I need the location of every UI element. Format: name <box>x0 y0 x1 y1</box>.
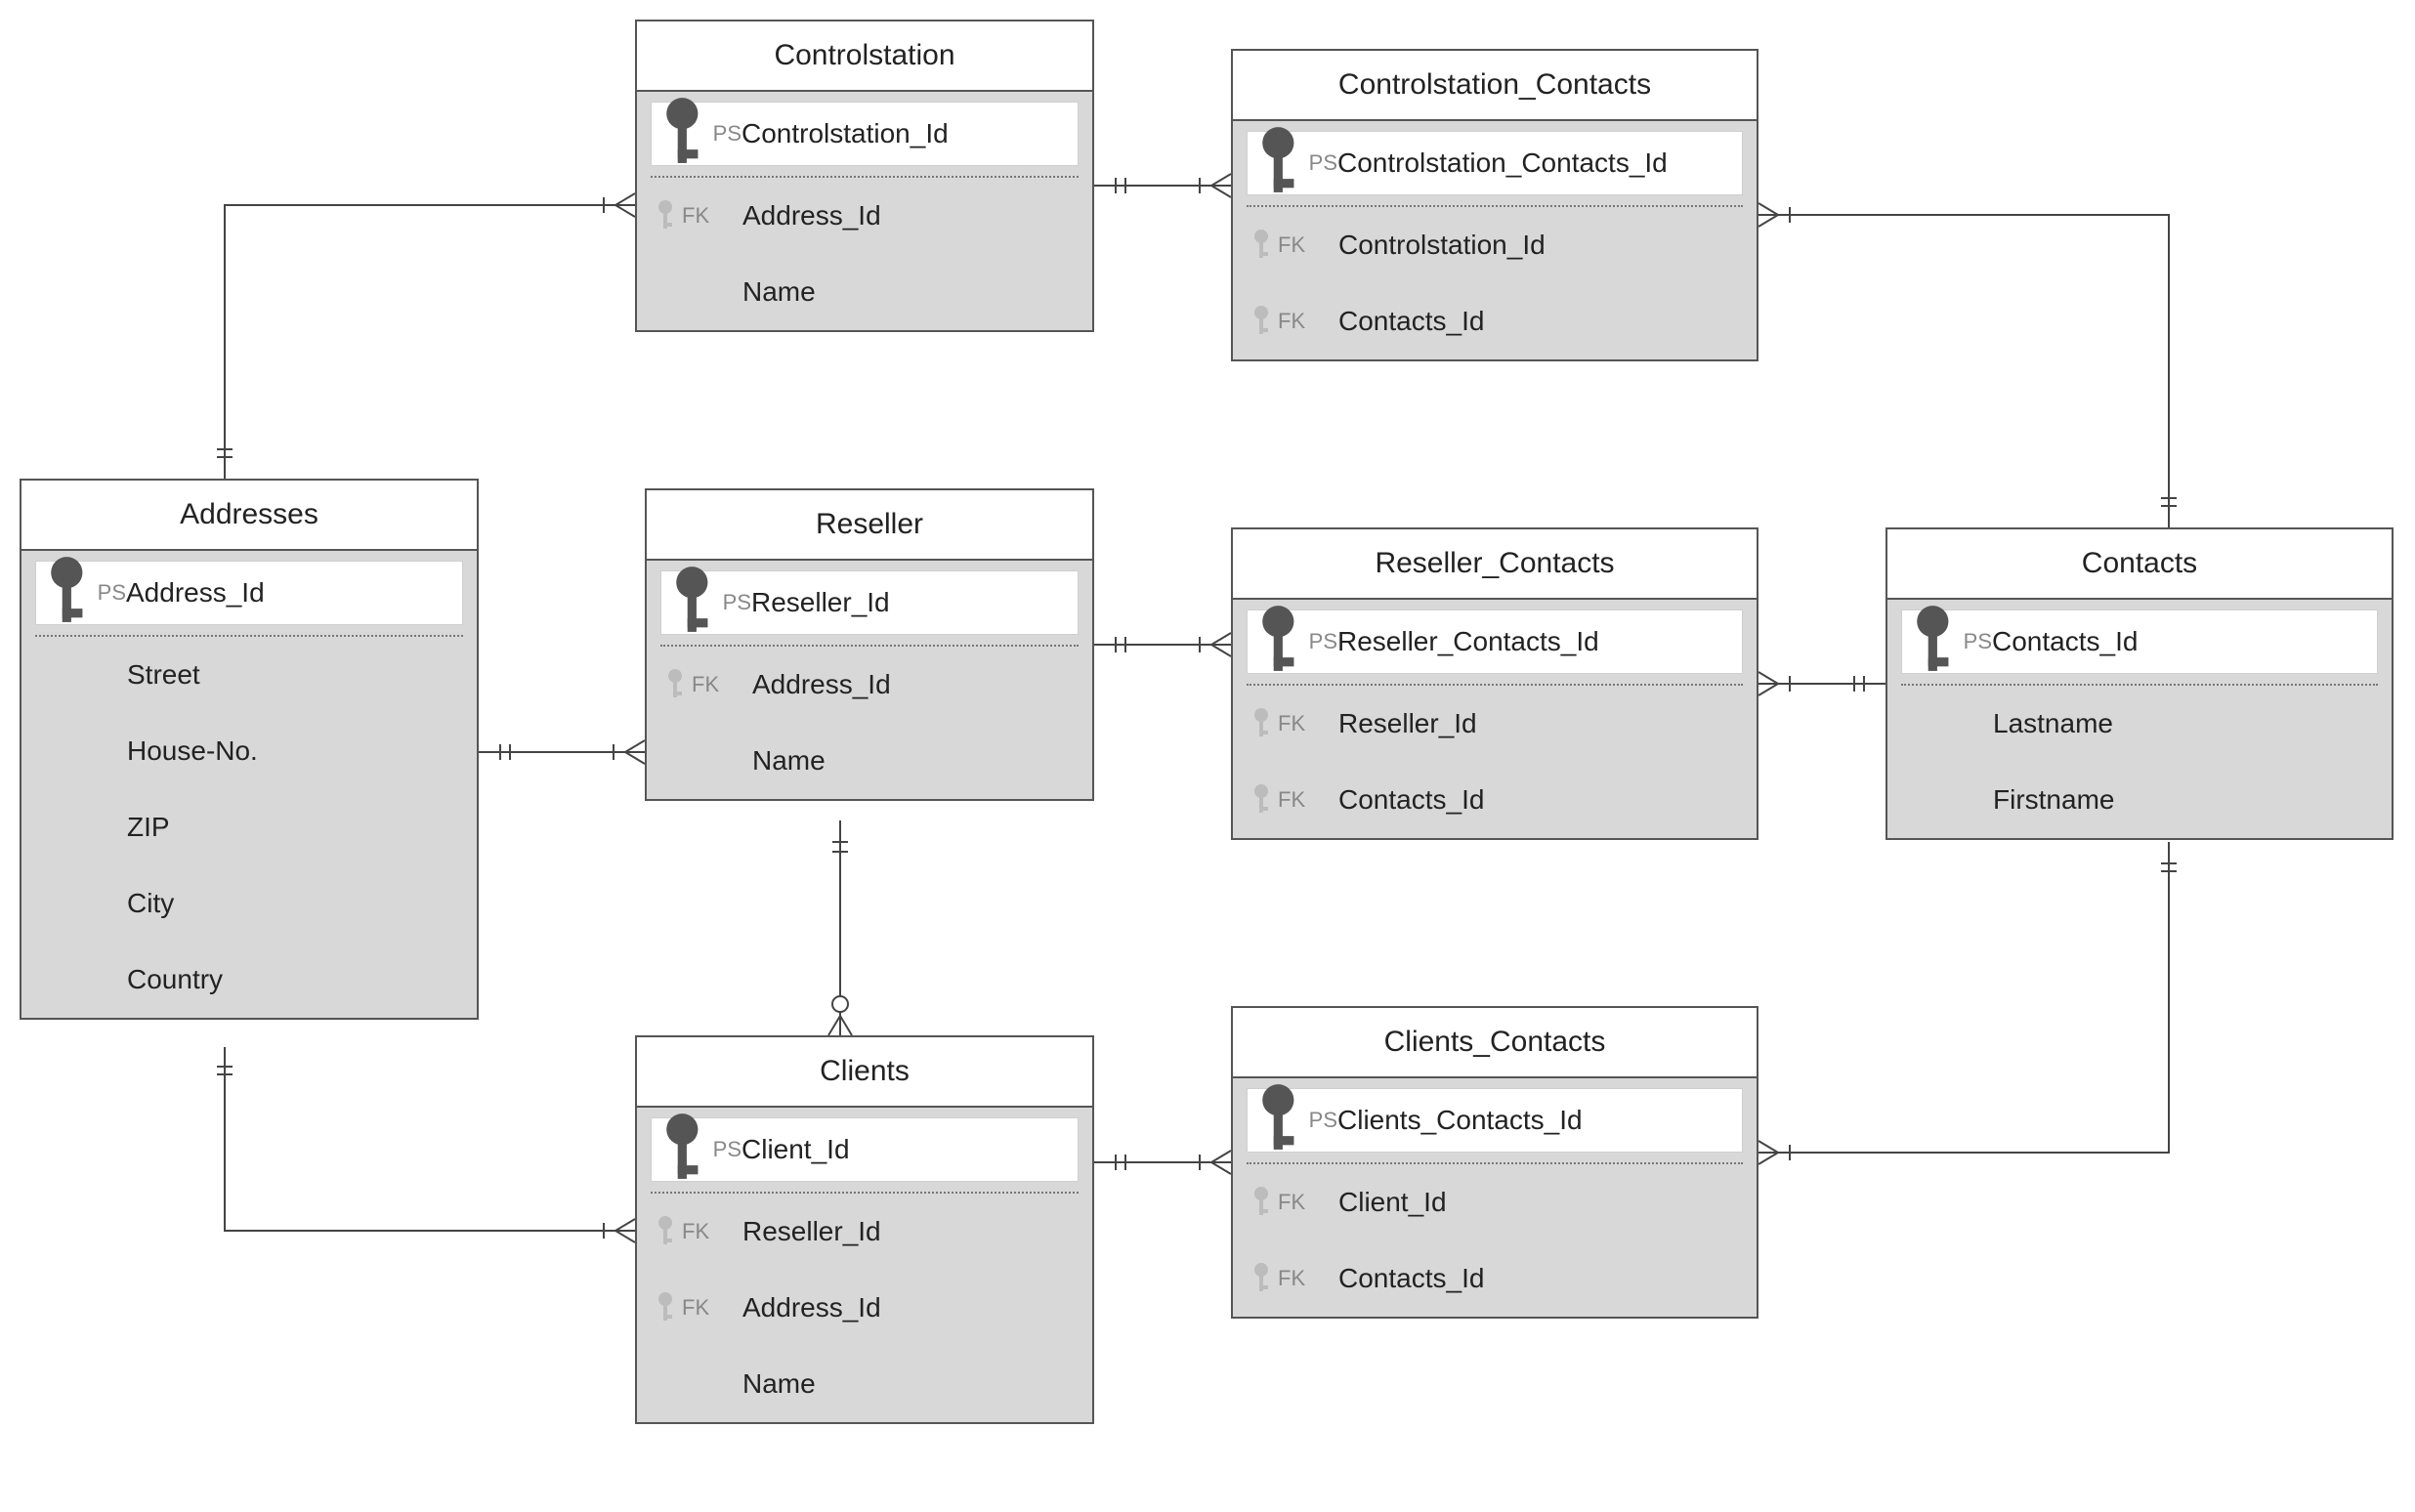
column-row: FK Address_Id <box>647 647 1092 723</box>
key-icon <box>1250 783 1272 817</box>
column-row: ZIP <box>21 789 477 865</box>
key-tag: PS <box>723 590 751 615</box>
column-name: Name <box>742 1368 1092 1400</box>
column-row: FK Reseller_Id <box>637 1194 1092 1270</box>
column-row: Street <box>21 637 477 713</box>
key-tag: PS <box>1309 1108 1337 1133</box>
key-icon <box>1250 1186 1272 1219</box>
key-tag: FK <box>682 1219 709 1244</box>
entity-clients-contacts: Clients_Contacts PS Clients_Contacts_Id … <box>1231 1006 1758 1319</box>
column-name: Name <box>742 276 1092 308</box>
key-tag: PS <box>1964 629 1992 654</box>
pk-row: PS Reseller_Id <box>660 570 1079 635</box>
column-row: Name <box>637 1346 1092 1422</box>
column-name: Clients_Contacts_Id <box>1337 1105 1583 1136</box>
key-icon <box>1250 305 1272 338</box>
key-tag: FK <box>1278 1266 1305 1291</box>
column-row: FK Controlstation_Id <box>1233 207 1757 283</box>
column-row: Name <box>637 254 1092 330</box>
column-name: Street <box>127 659 477 691</box>
column-row: City <box>21 865 477 942</box>
pk-row: PS Clients_Contacts_Id <box>1247 1088 1743 1153</box>
pk-row: PS Contacts_Id <box>1901 609 2378 674</box>
column-name: Contacts_Id <box>1338 306 1757 337</box>
column-row: Name <box>647 723 1092 799</box>
entity-controlstation-contacts: Controlstation_Contacts PS Controlstatio… <box>1231 49 1758 361</box>
key-tag: FK <box>692 672 719 697</box>
pk-row: PS Client_Id <box>651 1117 1079 1182</box>
column-name: Address_Id <box>742 200 1092 231</box>
column-name: Controlstation_Id <box>741 118 949 149</box>
column-name: Contacts_Id <box>1338 784 1757 816</box>
column-name: Address_Id <box>126 577 265 609</box>
column-name: City <box>127 888 477 919</box>
column-row: FK Contacts_Id <box>1233 283 1757 359</box>
key-tag: FK <box>1278 309 1305 334</box>
column-row: Country <box>21 942 477 1018</box>
column-name: House-No. <box>127 735 477 767</box>
column-row: FK Reseller_Id <box>1233 686 1757 762</box>
column-row: FK Client_Id <box>1233 1164 1757 1240</box>
column-name: Address_Id <box>752 669 1092 700</box>
column-row: Firstname <box>1887 762 2392 838</box>
key-tag: FK <box>682 1295 709 1321</box>
pk-row: PS Controlstation_Contacts_Id <box>1247 131 1743 195</box>
column-row: House-No. <box>21 713 477 789</box>
column-row: FK Address_Id <box>637 1270 1092 1346</box>
column-name: Client_Id <box>1338 1187 1757 1218</box>
column-name: Reseller_Id <box>1338 708 1757 739</box>
column-name: Contacts_Id <box>1992 626 2138 657</box>
column-name: Address_Id <box>742 1292 1092 1323</box>
key-tag: FK <box>682 203 709 229</box>
column-name: Controlstation_Contacts_Id <box>1337 147 1668 179</box>
key-icon <box>655 1215 676 1248</box>
column-name: Controlstation_Id <box>1338 230 1757 261</box>
pk-row: PS Controlstation_Id <box>651 102 1079 166</box>
entity-addresses: Addresses PS Address_Id Street House-No.… <box>20 479 479 1020</box>
column-row: Lastname <box>1887 686 2392 762</box>
entity-controlstation: Controlstation PS Controlstation_Id FK A… <box>635 20 1094 332</box>
key-tag: FK <box>1278 1190 1305 1215</box>
key-icon <box>655 1291 676 1324</box>
key-tag: PS <box>713 121 741 147</box>
column-name: Reseller_Id <box>742 1216 1092 1247</box>
entity-contacts: Contacts PS Contacts_Id Lastname Firstna… <box>1885 527 2394 840</box>
column-name: Contacts_Id <box>1338 1263 1757 1294</box>
key-icon <box>655 199 676 232</box>
key-icon <box>664 668 686 701</box>
pk-row: PS Address_Id <box>35 561 463 625</box>
key-tag: PS <box>1309 150 1337 176</box>
column-name: Lastname <box>1993 708 2392 739</box>
column-row: FK Contacts_Id <box>1233 1240 1757 1317</box>
key-icon <box>1250 1262 1272 1295</box>
entity-reseller-contacts: Reseller_Contacts PS Reseller_Contacts_I… <box>1231 527 1758 840</box>
column-name: Reseller_Contacts_Id <box>1337 626 1599 657</box>
entity-reseller: Reseller PS Reseller_Id FK Address_Id Na… <box>645 488 1094 801</box>
column-name: Client_Id <box>741 1134 850 1165</box>
column-name: Firstname <box>1993 784 2392 816</box>
key-icon <box>1250 707 1272 740</box>
column-name: Country <box>127 964 477 995</box>
key-tag: PS <box>1309 629 1337 654</box>
key-tag: PS <box>98 580 126 606</box>
column-name: Name <box>752 745 1092 777</box>
column-row: FK Contacts_Id <box>1233 762 1757 838</box>
entity-clients: Clients PS Client_Id FK Reseller_Id FK A… <box>635 1035 1094 1424</box>
key-tag: FK <box>1278 787 1305 813</box>
column-row: FK Address_Id <box>637 178 1092 254</box>
key-icon <box>1250 229 1272 262</box>
pk-row: PS Reseller_Contacts_Id <box>1247 609 1743 674</box>
key-tag: PS <box>713 1137 741 1162</box>
column-name: Reseller_Id <box>751 587 890 618</box>
key-tag: FK <box>1278 711 1305 736</box>
column-name: ZIP <box>127 812 477 843</box>
key-tag: FK <box>1278 232 1305 258</box>
